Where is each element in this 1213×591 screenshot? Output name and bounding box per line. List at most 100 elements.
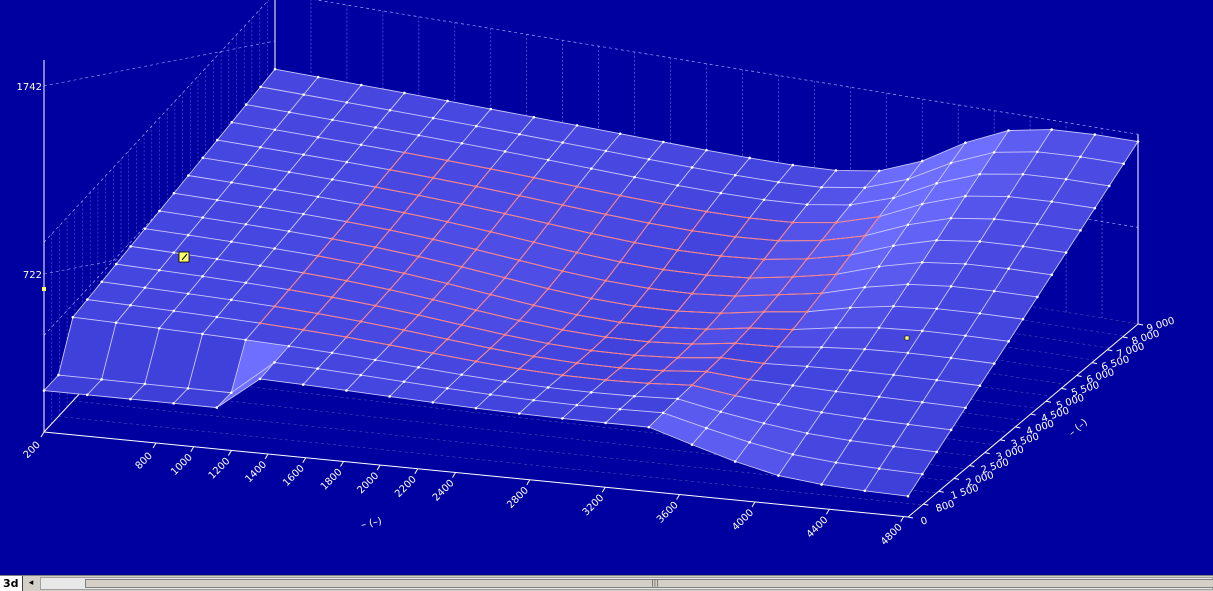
mesh-node xyxy=(949,285,953,288)
y-tick-mark xyxy=(1061,387,1067,390)
x-tick-label: 3600 xyxy=(655,500,681,526)
mesh-node xyxy=(834,221,838,224)
mesh-node xyxy=(474,248,478,251)
mesh-node xyxy=(848,253,852,257)
mesh-node xyxy=(633,353,636,357)
mesh-node xyxy=(287,230,291,233)
mesh-node xyxy=(676,309,679,313)
mesh-node xyxy=(820,239,823,242)
x-tick-label: 2200 xyxy=(393,474,419,500)
mesh-node xyxy=(445,386,449,390)
mesh-node xyxy=(460,202,464,206)
mesh-node xyxy=(445,337,449,341)
mesh-node xyxy=(733,294,737,298)
mesh-node xyxy=(431,116,435,120)
mesh-node xyxy=(100,378,103,381)
mesh-node xyxy=(331,118,334,122)
x-tick-label: 1400 xyxy=(243,459,269,485)
x-tick-mark xyxy=(825,509,830,515)
y-tick-mark xyxy=(1137,323,1144,326)
mesh-node xyxy=(345,279,348,283)
mesh-node xyxy=(244,163,248,167)
mesh-node xyxy=(215,257,219,261)
mesh-node xyxy=(791,384,795,387)
mesh-node xyxy=(489,167,492,171)
mesh-node xyxy=(849,306,852,309)
mesh-node xyxy=(532,355,535,358)
mesh-node xyxy=(834,390,838,393)
plot-area[interactable]: 1742 722 200 800 1000 1200 1400 1600 1800 2000 220… xyxy=(0,0,1213,575)
mesh-node xyxy=(863,417,867,421)
y-tick-mark xyxy=(907,516,914,519)
mesh-node xyxy=(230,121,233,124)
scrollbar-thumb[interactable]: ||| xyxy=(85,579,1213,588)
mesh-node xyxy=(273,247,276,250)
mesh-node xyxy=(431,298,435,301)
mesh-node xyxy=(805,310,809,314)
triangle-left-icon[interactable]: ◂ xyxy=(24,576,38,591)
mesh-node xyxy=(662,140,665,144)
mesh-node xyxy=(388,228,392,232)
mesh-node xyxy=(417,194,420,197)
mesh-node xyxy=(906,178,910,181)
mesh-node xyxy=(230,240,233,243)
mesh-node xyxy=(661,325,665,329)
mesh-node xyxy=(446,282,449,285)
mesh-node xyxy=(301,383,305,386)
mesh-node xyxy=(172,191,176,195)
mesh-node xyxy=(633,304,636,308)
mesh-node xyxy=(330,237,334,241)
mesh-node xyxy=(921,472,924,476)
horizontal-scrollbar[interactable]: ||| xyxy=(40,577,1213,590)
mesh-node xyxy=(302,271,305,275)
mesh-node xyxy=(503,380,507,383)
mesh-node xyxy=(489,107,493,111)
mesh-node xyxy=(229,391,233,395)
mesh-node xyxy=(935,182,938,185)
mesh-node xyxy=(301,328,305,332)
x-tick-label: 2000 xyxy=(355,470,381,496)
mesh-node xyxy=(258,264,262,267)
mesh-node xyxy=(647,340,651,344)
mesh-node xyxy=(302,212,305,216)
mesh-node xyxy=(215,315,219,319)
mesh-node xyxy=(316,195,320,199)
mesh-node xyxy=(460,265,464,269)
mesh-node xyxy=(805,432,809,435)
mesh-node xyxy=(129,245,132,248)
mesh-node xyxy=(489,393,492,396)
mesh-node xyxy=(359,143,363,147)
mesh-node xyxy=(273,128,277,132)
x-tick-mark xyxy=(900,516,905,522)
mesh-node xyxy=(920,329,924,333)
mesh-node xyxy=(949,161,953,165)
mesh-node xyxy=(733,460,737,463)
mesh-node xyxy=(748,440,751,444)
mesh-node xyxy=(1050,273,1054,277)
mesh-node xyxy=(273,305,276,308)
mesh-node xyxy=(374,245,377,249)
mesh-node xyxy=(575,251,579,254)
surface-mesh xyxy=(42,67,1140,498)
mesh-node xyxy=(604,335,607,339)
z-tick-label: 722 xyxy=(23,270,42,281)
mesh-node xyxy=(374,126,377,129)
mesh-node xyxy=(517,412,521,415)
sheet-tab[interactable]: 3d xyxy=(0,576,23,591)
y-tick-mark xyxy=(1091,362,1098,365)
mesh-node xyxy=(1007,340,1010,343)
mesh-node xyxy=(762,310,766,314)
mesh-node xyxy=(762,421,766,425)
mesh-node xyxy=(604,149,608,153)
mesh-node xyxy=(777,403,780,406)
mesh-node xyxy=(1122,162,1125,166)
mesh-node xyxy=(215,406,219,409)
surface-3d-plot[interactable]: 1742 722 200 800 1000 1200 1400 1600 1800 2000 220… xyxy=(0,0,1213,575)
mesh-node xyxy=(820,291,823,295)
mesh-node xyxy=(114,262,118,266)
x-tick-label: 3200 xyxy=(581,493,607,519)
mesh-node xyxy=(575,313,579,317)
mesh-node xyxy=(589,349,593,352)
mesh-node xyxy=(474,406,478,410)
mesh-node xyxy=(978,384,982,387)
